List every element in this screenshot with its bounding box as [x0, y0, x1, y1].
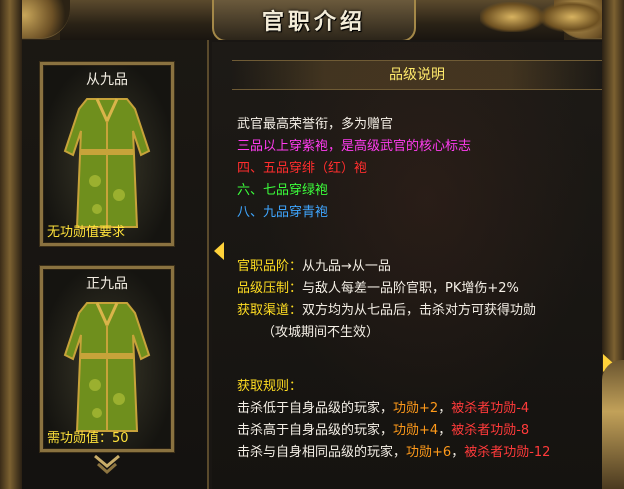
rule-gain: 功勋+6 [406, 445, 452, 460]
dragon-ornament [602, 360, 624, 489]
rule-sep: ， [438, 423, 452, 438]
description-line: 武官最高荣誉衔，多为赠官 [237, 117, 394, 132]
info-row: 官职品阶：从九品→从一品 [237, 255, 391, 274]
description-line: 三品以上穿紫袍，是高级武官的核心标志 [237, 139, 472, 154]
top-ornament [480, 2, 544, 32]
rank-name: 从九品 [86, 72, 128, 88]
description-line: 四、五品穿绯（红）袍 [237, 161, 368, 176]
rank-requirement: 需功勋值：50 [47, 431, 129, 446]
rule-sep: ， [451, 445, 465, 460]
rule-text: 击杀高于自身品级的玩家， [237, 423, 394, 438]
rule-row: 击杀低于自身品级的玩家，功勋+2，被杀者功勋-4 [237, 397, 529, 416]
info-text: 双方均为从七品后，击杀对方可获得功勋 [302, 303, 537, 318]
rank-requirement: 无功勋值要求 [47, 225, 126, 240]
rule-gain: 功勋+4 [393, 423, 439, 438]
rank-card[interactable]: 从九品 无功勋值要求 [40, 62, 174, 246]
info-text: 从九品→从一品 [302, 259, 391, 274]
left-border [0, 0, 22, 489]
section-title: 品级说明 [389, 67, 445, 83]
info-row: 获取渠道：双方均为从七品后，击杀对方可获得功勋 [237, 299, 536, 318]
rule-gain: 功勋+2 [393, 401, 439, 416]
rank-card[interactable]: 正九品 需功勋值：50 [40, 266, 174, 452]
rule-row: 击杀与自身相同品级的玩家，功勋+6，被杀者功勋-12 [237, 441, 550, 460]
info-label: 官职品阶： [237, 259, 303, 274]
rank-name: 正九品 [86, 276, 128, 292]
rule-loss: 被杀者功勋-8 [451, 423, 530, 438]
rule-row: 击杀高于自身品级的玩家，功勋+4，被杀者功勋-8 [237, 419, 529, 438]
arrow-left-icon [214, 242, 224, 260]
rule-text: 击杀与自身相同品级的玩家， [237, 445, 407, 460]
title-plate: 官职介绍 [212, 0, 416, 42]
rule-text: 击杀低于自身品级的玩家， [237, 401, 394, 416]
scroll-down-chevron-icon[interactable] [92, 452, 122, 476]
info-label: 品级压制： [237, 281, 303, 296]
info-label: 获取渠道： [237, 303, 303, 318]
robe-icon [57, 91, 157, 231]
description-line: 八、九品穿青袍 [237, 205, 329, 220]
section-header: 品级说明 [232, 60, 602, 90]
rule-sep: ， [438, 401, 452, 416]
rules-title: 获取规则： [237, 379, 303, 394]
robe-icon [57, 295, 157, 435]
info-text: 与敌人每差一品阶官职，PK增伤+2% [302, 281, 519, 296]
info-note: （攻城期间不生效） [262, 325, 380, 340]
rule-loss: 被杀者功勋-12 [464, 445, 551, 460]
rule-loss: 被杀者功勋-4 [451, 401, 530, 416]
info-row: 品级压制：与敌人每差一品阶官职，PK增伤+2% [237, 277, 519, 296]
window-title: 官职介绍 [261, 10, 366, 35]
description-line: 六、七品穿绿袍 [237, 183, 329, 198]
top-ornament [540, 2, 604, 32]
